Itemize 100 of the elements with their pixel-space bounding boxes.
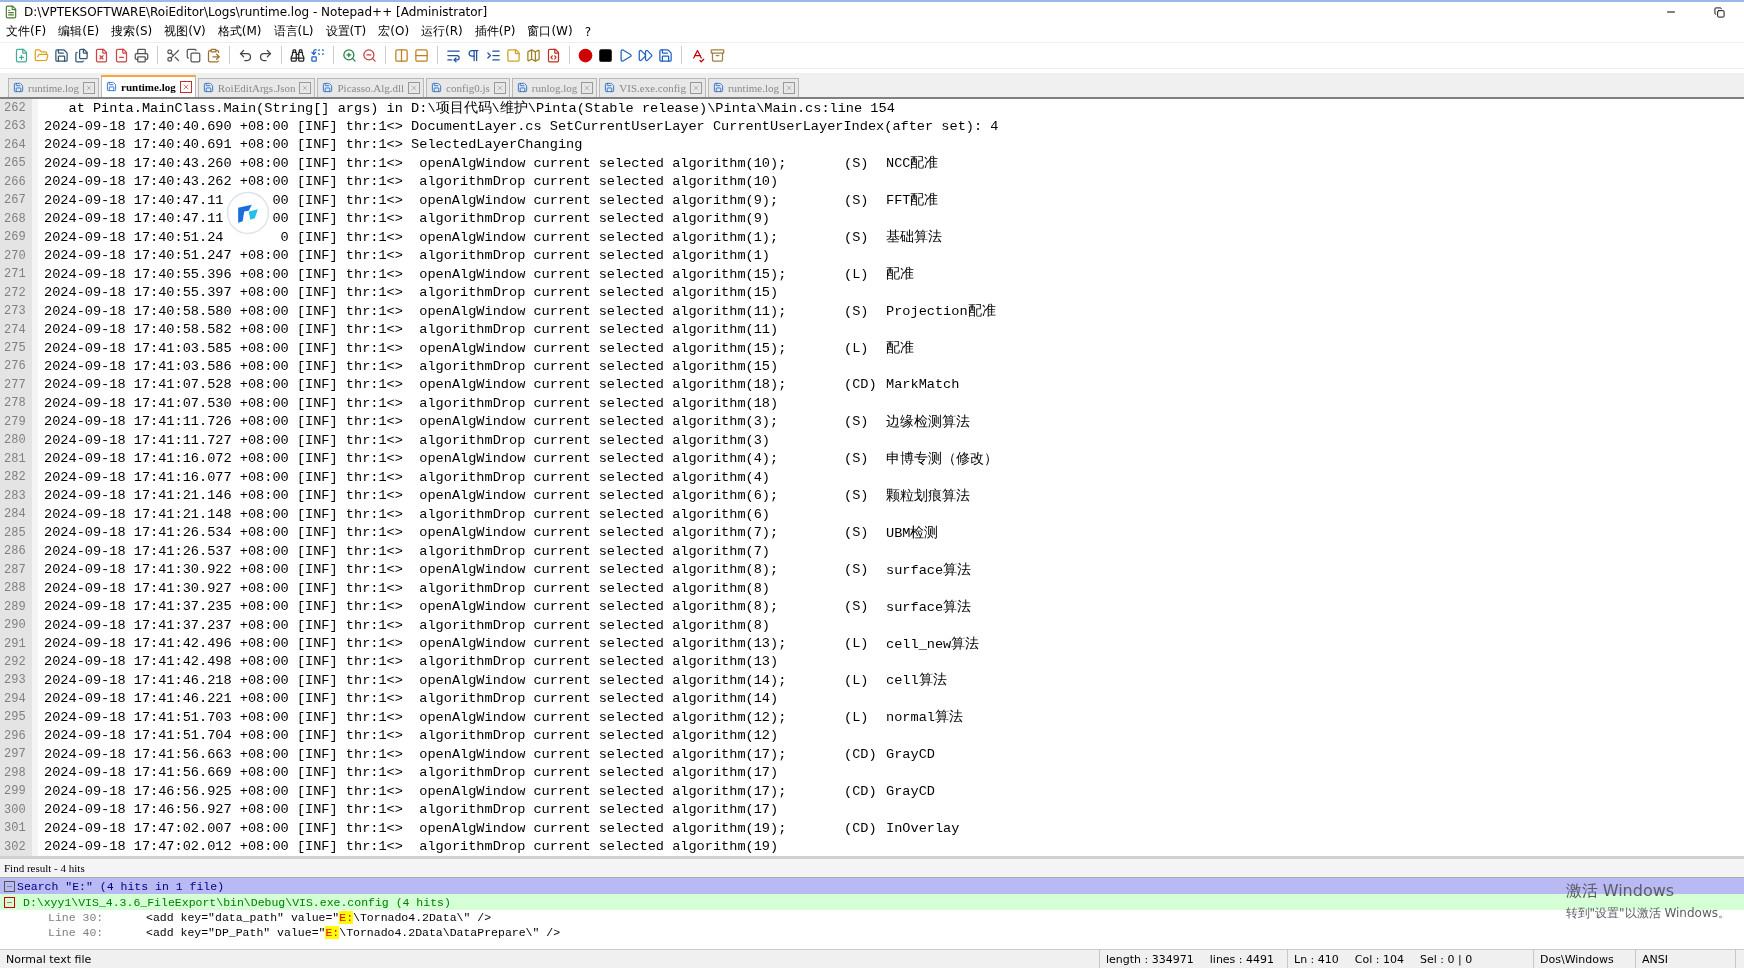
algorithm-name: GrayCD (886, 783, 935, 799)
menu-item[interactable]: 编辑(E) (58, 23, 100, 41)
line-number: 267 (0, 191, 38, 210)
line-number: 274 (0, 320, 38, 339)
binoculars-icon[interactable] (290, 47, 305, 63)
line-number: 280 (0, 431, 38, 450)
menu-item[interactable]: 设置(T) (325, 23, 367, 41)
collapse-icon[interactable] (4, 880, 15, 892)
menu-item[interactable]: 窗口(W) (527, 23, 573, 41)
log-line: 2024-09-18 17:41:21.148 +08:00 [INF] thr:1<> algorithmDrop current selected algorithm(6) (44, 506, 771, 522)
menu-item[interactable]: 插件(P) (474, 23, 516, 41)
line-ending: Dos\Windows (1540, 952, 1614, 966)
hit-text[interactable]: <add key="DP_Path" value="E:\Tornado4.2Data\DataPrepare\" /> (146, 926, 561, 940)
hit-line-number: Line 30: (48, 911, 105, 925)
algorithm-type: (L) (844, 340, 870, 356)
columns-icon[interactable] (394, 47, 409, 63)
files-icon[interactable] (74, 47, 89, 63)
pilcrow-icon[interactable] (466, 47, 481, 63)
scissors-icon[interactable] (166, 47, 181, 63)
algorithm-type: (S) (844, 525, 870, 541)
algorithm-name: 基础算法 (886, 228, 942, 247)
menu-item[interactable]: 格式(M) (217, 23, 262, 41)
hit-text[interactable]: <add key="data_path" value="E:\Tornado4.2Data\" /> (146, 911, 492, 925)
menu-item[interactable]: 语言(L) (273, 23, 314, 41)
save-icon (322, 82, 334, 94)
redo-icon[interactable] (258, 47, 273, 63)
algorithm-type: (S) (844, 192, 870, 208)
replace-icon[interactable] (310, 47, 325, 63)
log-line: 2024-09-18 17:40:55.397 +08:00 [INF] thr:1<> algorithmDrop current selected algorithm(15) (44, 285, 779, 301)
line-number: 278 (0, 394, 38, 413)
algorithm-type: (S) (844, 451, 870, 467)
line-number: 272 (0, 283, 38, 302)
rows-icon[interactable] (414, 47, 429, 63)
menu-item[interactable]: 运行(R) (421, 23, 463, 41)
algorithm-name: FFT配准 (886, 191, 939, 210)
menu-item[interactable]: 搜索(S) (111, 23, 153, 41)
log-line: 2024-09-18 17:46:56.927 +08:00 [INF] thr:1<> algorithmDrop current selected algorithm(17) (44, 802, 779, 818)
wrap-text-icon[interactable] (446, 47, 461, 63)
activation-hint: 转到"设置"以激活 Windows。 (1565, 905, 1730, 923)
file-minus-icon[interactable] (114, 47, 129, 63)
save-icon (106, 81, 118, 93)
menu-item[interactable]: ? (584, 24, 591, 39)
algorithm-type: (CD) (844, 746, 878, 762)
algorithm-type: (CD) (844, 820, 878, 836)
line-number: 299 (0, 782, 38, 801)
log-line: 00 [INF] thr:1<> algorithmDrop current selected algorithm(9) (272, 211, 771, 227)
menu-item[interactable]: 视图(V) (164, 23, 206, 41)
algorithm-type: (L) (844, 709, 870, 725)
log-line: 2024-09-18 17:41:56.663 +08:00 [INF] thr:1<> openAlgWindow current selected algorithm(17); (44, 746, 787, 762)
play-icon[interactable] (618, 47, 633, 63)
algorithm-name: MarkMatch (886, 377, 960, 393)
log-line: 2024-09-18 17:41:51.703 +08:00 [INF] thr:1<> openAlgWindow current selected algorithm(12); (44, 709, 787, 725)
algorithm-name: 边缘检测算法 (886, 413, 970, 431)
line-number: 287 (0, 560, 38, 579)
algorithm-type: (S) (844, 599, 870, 615)
log-line: 2024-09-18 17:47:02.012 +08:00 [INF] thr:1<> algorithmDrop current selected algorithm(19) (44, 839, 779, 855)
undo-icon[interactable] (238, 47, 253, 63)
record-icon[interactable] (578, 47, 593, 63)
log-line: 2024-09-18 17:41:37.235 +08:00 [INF] thr:1<> openAlgWindow current selected algorithm(8); (44, 599, 779, 615)
encoding: ANSI (1642, 952, 1668, 966)
log-line: 2024-09-18 17:41:21.146 +08:00 [INF] thr:1<> openAlgWindow current selected algorithm(6); (44, 488, 779, 504)
restore-icon[interactable] (1713, 6, 1725, 18)
close-file-icon[interactable] (94, 47, 109, 63)
log-line: 2024-09-18 17:40:40.690 +08:00 [INF] thr:1<> DocumentLayer.cs SetCurrentUserLayer CurrentUserLayerIndex(after set): 4 (44, 118, 999, 134)
file-tab[interactable]: runtime.log (101, 74, 196, 97)
algorithm-type: (CD) (844, 377, 878, 393)
algorithm-name: cell_new算法 (886, 635, 980, 653)
menu-item[interactable]: 文件(F) (6, 23, 47, 41)
zoom-out-icon[interactable] (362, 47, 377, 63)
line-number: 265 (0, 154, 38, 173)
code-file-icon[interactable] (546, 47, 561, 63)
printer-icon[interactable] (134, 47, 149, 63)
close-icon[interactable] (179, 80, 192, 93)
log-line: 2024-09-18 17:40:43.262 +08:00 [INF] thr:1<> algorithmDrop current selected algorithm(10) (44, 174, 779, 190)
algorithm-name: surface算法 (886, 561, 972, 579)
archive-icon[interactable] (710, 47, 725, 63)
new-file-icon[interactable] (14, 47, 29, 63)
spellcheck-icon[interactable] (690, 47, 705, 63)
algorithm-name: surface算法 (886, 598, 972, 616)
log-line: 2024-09-18 17:47:02.007 +08:00 [INF] thr:1<> openAlgWindow current selected algorithm(19); (44, 820, 787, 836)
log-line: 2024-09-18 17:41:26.534 +08:00 [INF] thr:1<> openAlgWindow current selected algorithm(7); (44, 525, 779, 541)
save-icon[interactable] (54, 47, 69, 63)
copy-icon[interactable] (186, 47, 201, 63)
collapse-icon[interactable] (4, 896, 15, 908)
log-line: 2024-09-18 17:41:42.498 +08:00 [INF] thr:1<> algorithmDrop current selected algorithm(13) (44, 654, 779, 670)
algorithm-name: NCC配准 (886, 154, 939, 173)
algorithm-type: (S) (844, 303, 870, 319)
fast-forward-icon[interactable] (638, 47, 653, 63)
zoom-in-icon[interactable] (342, 47, 357, 63)
save-macro-icon[interactable] (658, 47, 673, 63)
menu-item[interactable]: 宏(O) (378, 23, 410, 41)
lines-count: lines : 4491 (1209, 952, 1275, 966)
line-number: 302 (0, 837, 38, 856)
map-icon[interactable] (526, 47, 541, 63)
stop-icon[interactable] (598, 47, 613, 63)
floating-ball-icon[interactable] (226, 191, 270, 235)
log-line: 2024-09-18 17:40:51.24 (44, 229, 224, 245)
indent-icon[interactable] (486, 47, 501, 63)
paste-icon[interactable] (206, 47, 221, 63)
log-line: 2024-09-18 17:41:11.727 +08:00 [INF] thr:1<> algorithmDrop current selected algorithm(3) (44, 432, 771, 448)
